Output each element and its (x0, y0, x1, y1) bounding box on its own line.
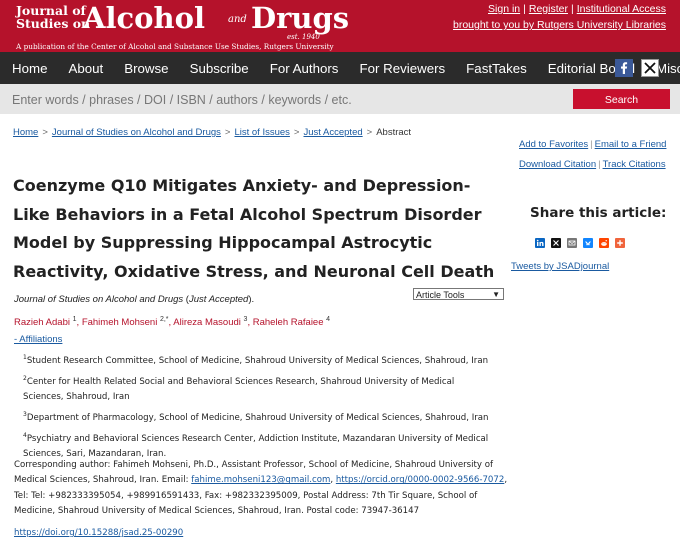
x-share-icon[interactable] (551, 238, 561, 248)
download-citation-link[interactable]: Download Citation (519, 159, 596, 170)
tweets-link[interactable]: Tweets by JSADjournal (511, 261, 609, 272)
brought-by-link[interactable]: brought to you by Rutgers University Lib… (453, 19, 666, 31)
logo-and: and (228, 14, 247, 25)
journal-citation-line: Journal of Studies on Alcohol and Drugs … (14, 294, 255, 305)
doi-link[interactable]: https://doi.org/10.15288/jsad.25-00290 (14, 528, 183, 538)
email-share-icon[interactable] (567, 238, 577, 248)
affiliations-toggle[interactable]: - Affiliations (14, 334, 62, 345)
search-button[interactable]: Search (573, 89, 670, 109)
author-name[interactable]: Razieh Adabi (14, 317, 70, 328)
journal-name: Journal of Studies on Alcohol and Drugs (14, 294, 184, 305)
author-name[interactable]: Fahimeh Mohseni (82, 317, 158, 328)
logo-alcohol: Alcohol (83, 1, 205, 35)
author-name[interactable]: Raheleh Rafaiee (253, 317, 324, 328)
author-name[interactable]: Alireza Masoudi (173, 317, 241, 328)
register-link[interactable]: Register (529, 3, 568, 15)
publication-status: Just Accepted (188, 294, 249, 305)
citation-links: Download Citation | Track Citations (519, 159, 666, 170)
logo-small-text: Journal of Studies on (16, 3, 91, 31)
breadcrumb-current: Abstract (376, 127, 412, 138)
orcid-link[interactable]: https://orcid.org/0000-0002-9566-7072 (336, 475, 504, 485)
affiliation-item: 3Department of Pharmacology, School of M… (23, 411, 489, 424)
affiliation-item: 2Center for Health Related Social and Be… (23, 375, 455, 403)
share-heading: Share this article: (530, 205, 667, 221)
author-list: Razieh Adabi 1, Fahimeh Mohseni 2,*, Ali… (14, 316, 331, 329)
nav-home[interactable]: Home (12, 61, 47, 76)
account-links: Sign in | Register | Institutional Access br… (452, 3, 666, 31)
chevron-down-icon: ▼ (492, 290, 500, 299)
linkedin-icon[interactable] (535, 238, 545, 248)
nav-misc[interactable]: Misc. (656, 61, 680, 76)
bluesky-icon[interactable] (583, 238, 593, 248)
nav-for-reviewers[interactable]: For Reviewers (359, 61, 445, 76)
email-friend-link[interactable]: Email to a Friend (595, 139, 667, 150)
breadcrumb-just-accepted[interactable]: Just Accepted (303, 127, 362, 138)
search-bar: Search (0, 84, 680, 114)
nav-fasttakes[interactable]: FastTakes (466, 61, 527, 76)
author-email-link[interactable]: fahime.mohseni123@gmail.com (191, 475, 330, 485)
add-to-favorites-link[interactable]: Add to Favorites (519, 139, 588, 150)
breadcrumb: Home > Journal of Studies on Alcohol and D… (13, 127, 412, 138)
reddit-icon[interactable] (599, 238, 609, 248)
search-input[interactable] (12, 89, 412, 111)
nav-about[interactable]: About (68, 61, 103, 76)
more-share-icon[interactable] (615, 238, 625, 248)
breadcrumb-home[interactable]: Home (13, 127, 38, 138)
x-icon[interactable] (641, 59, 659, 77)
corresponding-author-info: Corresponding author: Fahimeh Mohseni, P… (14, 460, 508, 516)
journal-logo[interactable]: Journal of Studies on Alcohol and Drugs … (16, 1, 350, 51)
nav-for-authors[interactable]: For Authors (270, 61, 339, 76)
institutional-access-link[interactable]: Institutional Access (577, 3, 666, 15)
facebook-icon[interactable] (615, 59, 633, 77)
logo-drugs: Drugs (251, 1, 350, 35)
breadcrumb-journal[interactable]: Journal of Studies on Alcohol and Drugs (52, 127, 221, 138)
article-title: Coenzyme Q10 Mitigates Anxiety- and Depr… (13, 176, 495, 281)
main-nav: Home About Browse Subscribe For Authors … (0, 52, 680, 84)
sign-in-link[interactable]: Sign in (488, 3, 520, 15)
affiliation-list: 1Student Research Committee, School of M… (23, 350, 493, 465)
nav-browse[interactable]: Browse (124, 61, 168, 76)
affiliation-item: 1Student Research Committee, School of M… (23, 354, 489, 366)
logo-est: est. 1940 (287, 33, 320, 41)
favorites-email-links: Add to Favorites | Email to a Friend (519, 139, 667, 150)
breadcrumb-list-of-issues[interactable]: List of Issues (234, 127, 289, 138)
nav-subscribe[interactable]: Subscribe (190, 61, 249, 76)
logo-publication-line: A publication of the Center of Alcohol a… (16, 42, 334, 51)
track-citations-link[interactable]: Track Citations (603, 159, 666, 170)
article-tools-select[interactable]: Article Tools ▼ (413, 288, 504, 300)
masthead: Journal of Studies on Alcohol and Drugs … (0, 0, 680, 52)
